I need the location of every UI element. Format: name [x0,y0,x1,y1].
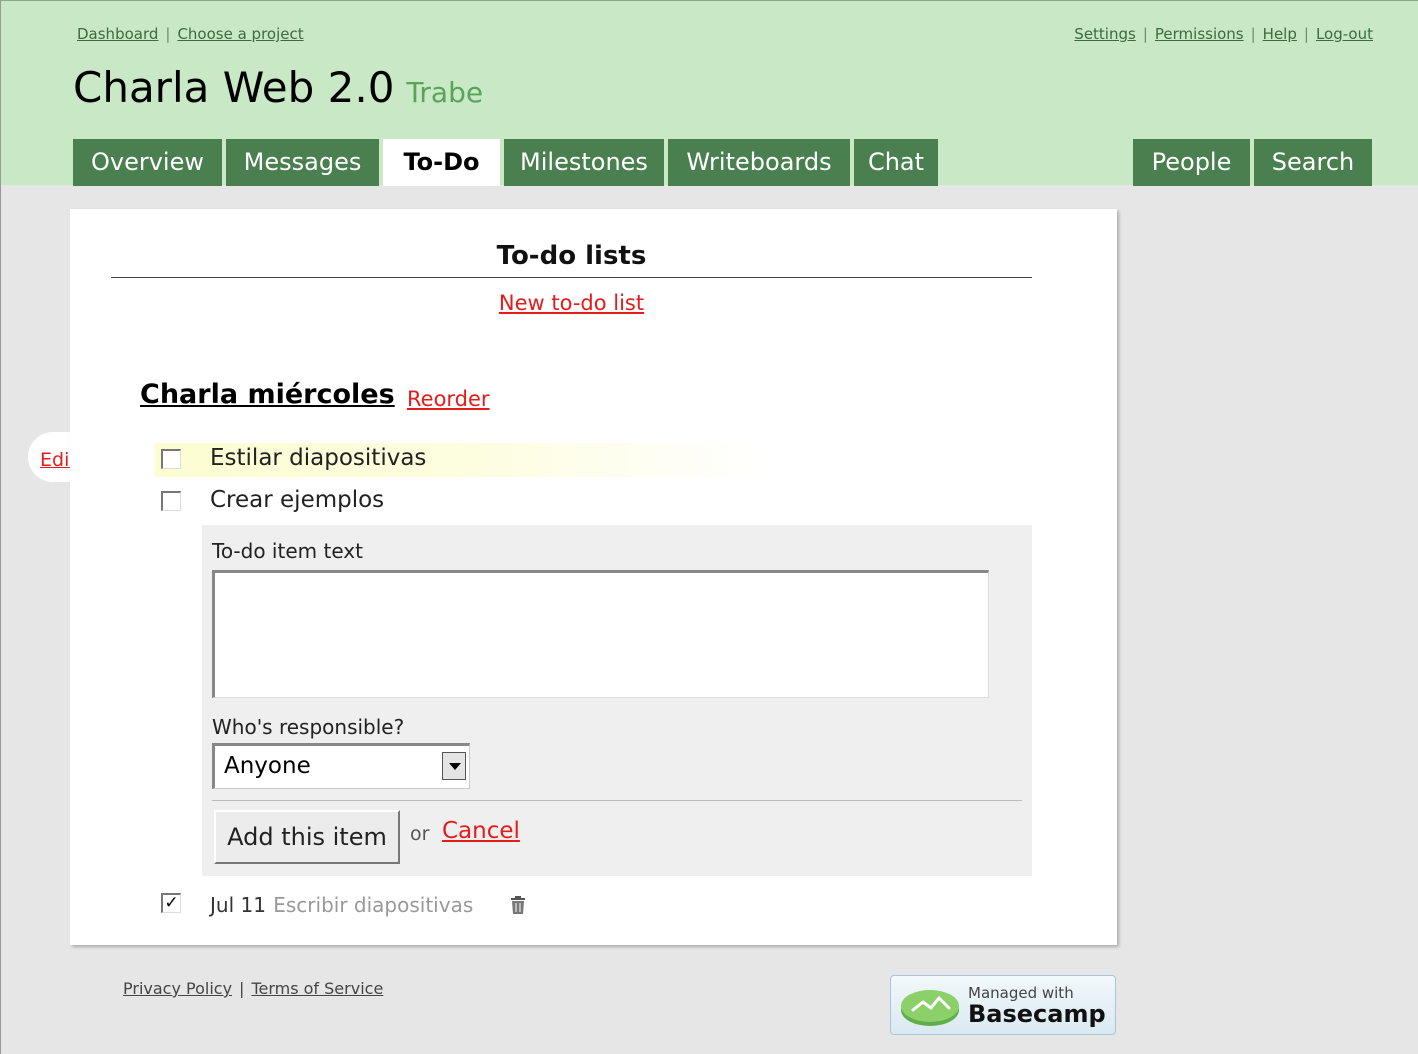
or-text: or [410,823,430,845]
company-name: Trabe [406,76,484,109]
cancel-wrapper: Cancel [442,818,520,844]
responsible-select[interactable]: Anyone [212,743,470,789]
tab-chat[interactable]: Chat [854,139,938,186]
chevron-down-icon[interactable] [442,752,466,780]
list-title[interactable]: Charla miércoles [140,379,395,410]
tab-messages[interactable]: Messages [226,139,379,186]
tab-milestones[interactable]: Milestones [504,139,664,186]
nav-separator: | [1303,25,1309,43]
completed-item-text: Jul 11 Escribir diapositivas [210,892,473,918]
top-nav-right: Settings | Permissions | Help | Log-out [1074,25,1373,43]
todo-card: To-do lists New to-do list Charla miérco… [70,209,1117,945]
item-text: Crear ejemplos [210,487,385,513]
terms-of-service-link[interactable]: Terms of Service [251,979,383,998]
top-nav-left: Dashboard | Choose a project [77,25,304,43]
item-checkbox[interactable] [161,449,181,469]
dashboard-link[interactable]: Dashboard [77,25,158,43]
tab-people[interactable]: People [1133,139,1250,186]
reorder-wrapper: Reorder [407,387,490,411]
responsible-value: Anyone [224,753,311,779]
list-item[interactable]: Crear ejemplos [155,485,775,519]
item-text-label: To-do item text [212,539,363,563]
new-item-form: To-do item text Who's responsible? Anyon… [202,525,1032,876]
project-title: Charla Web 2.0 Trabe [73,63,483,112]
completed-checkbox[interactable]: ✓ [161,893,181,913]
tab-writeboards[interactable]: Writeboards [668,139,850,186]
new-todo-list-link[interactable]: New to-do list [499,291,644,315]
permissions-link[interactable]: Permissions [1155,25,1244,43]
header: Dashboard | Choose a project Settings | Perm… [1,0,1418,186]
tab-overview[interactable]: Overview [73,139,222,186]
reorder-link[interactable]: Reorder [407,387,490,411]
form-divider [212,800,1022,801]
project-name: Charla Web 2.0 [73,63,395,112]
new-list-wrapper: New to-do list [111,291,1032,315]
completed-item[interactable]: ✓ Jul 11 Escribir diapositivas [155,887,655,921]
tab-todo[interactable]: To-Do [383,139,500,186]
privacy-policy-link[interactable]: Privacy Policy [123,979,232,998]
completed-text: Escribir diapositivas [273,893,474,917]
cancel-link[interactable]: Cancel [442,818,520,844]
item-text-input[interactable] [212,570,989,698]
page-title: To-do lists [111,241,1032,278]
nav-separator: | [165,25,171,43]
completed-date: Jul 11 [210,893,266,917]
logout-link[interactable]: Log-out [1316,25,1373,43]
list-item[interactable]: Estilar diapositivas [155,443,775,477]
tab-search[interactable]: Search [1254,139,1372,186]
add-item-button[interactable]: Add this item [214,810,400,864]
responsible-label: Who's responsible? [212,715,405,739]
item-text: Estilar diapositivas [210,445,427,471]
settings-link[interactable]: Settings [1074,25,1136,43]
basecamp-badge[interactable]: Managed with Basecamp [890,975,1116,1035]
footer-links: Privacy Policy | Terms of Service [123,979,383,998]
footer-separator: | [239,979,245,998]
badge-brand: Basecamp [968,1000,1106,1028]
help-link[interactable]: Help [1263,25,1297,43]
trash-icon[interactable] [509,895,527,915]
nav-separator: | [1250,25,1256,43]
basecamp-logo-icon [901,990,959,1026]
item-checkbox[interactable] [161,491,181,511]
nav-separator: | [1142,25,1148,43]
choose-project-link[interactable]: Choose a project [177,25,303,43]
